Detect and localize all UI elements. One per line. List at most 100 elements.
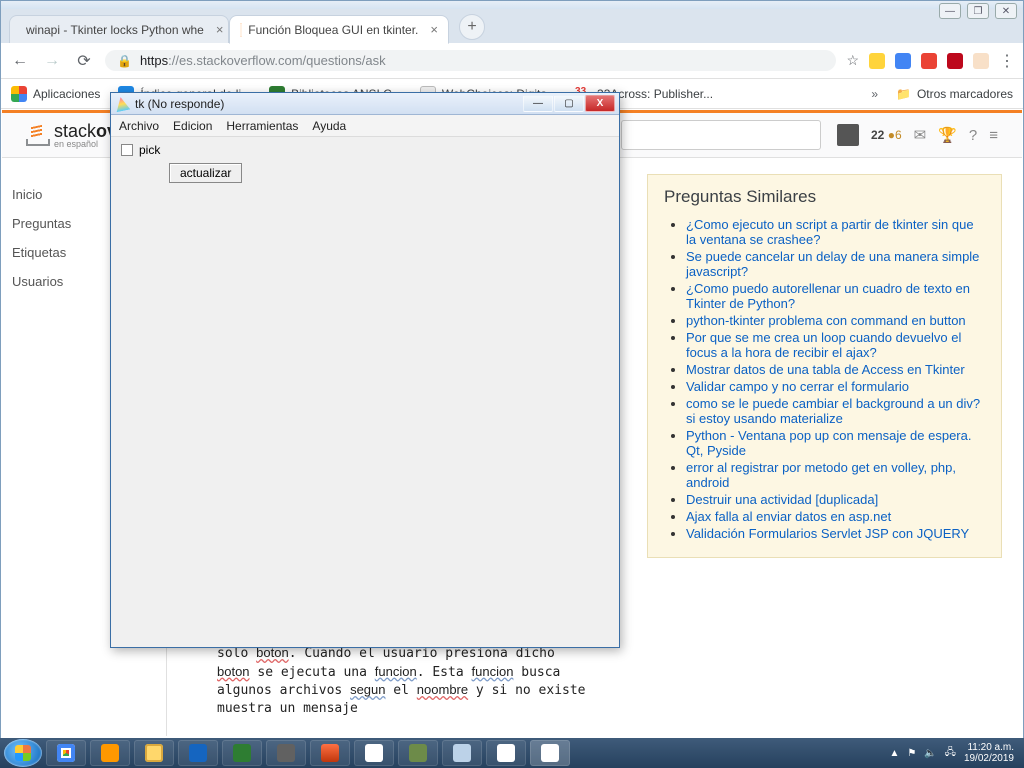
similar-question-link[interactable]: Ajax falla al enviar datos en asp.net bbox=[686, 509, 891, 524]
similar-question-link[interactable]: ¿Como puedo autorellenar un cuadro de te… bbox=[686, 281, 970, 311]
tray-clock[interactable]: 11:20 a.m. 19/02/2019 bbox=[964, 742, 1014, 764]
extension-red-icon[interactable] bbox=[921, 53, 937, 69]
task-keyboard[interactable] bbox=[442, 740, 482, 766]
tk-checkbox-pick[interactable]: pick bbox=[121, 143, 609, 157]
lock-icon: 🔒 bbox=[117, 54, 132, 68]
python-icon bbox=[541, 744, 559, 762]
task-explorer[interactable] bbox=[134, 740, 174, 766]
apps-button[interactable]: Aplicaciones bbox=[11, 86, 100, 102]
similar-question-link[interactable]: Python - Ventana pop up con mensaje de e… bbox=[686, 428, 971, 458]
extension-avatar-icon[interactable] bbox=[973, 53, 989, 69]
app-icon bbox=[233, 744, 251, 762]
chrome-menu-button[interactable]: ⋮ bbox=[999, 51, 1015, 71]
task-app-orange[interactable] bbox=[310, 740, 350, 766]
task-python[interactable] bbox=[530, 740, 570, 766]
tk-titlebar[interactable]: tk (No responde) — ▢ X bbox=[111, 93, 619, 115]
system-tray: ▲ ⚑ 🔈 🖧 11:20 a.m. 19/02/2019 bbox=[889, 742, 1020, 764]
tk-actualizar-button[interactable]: actualizar bbox=[169, 163, 242, 183]
similar-question-item: Mostrar datos de una tabla de Access en … bbox=[686, 362, 985, 377]
task-app-green[interactable] bbox=[222, 740, 262, 766]
tray-volume-icon[interactable]: 🔈 bbox=[924, 748, 936, 759]
inbox-icon[interactable]: ✉ bbox=[914, 126, 927, 144]
tab-close-icon[interactable]: × bbox=[430, 22, 438, 37]
similar-question-link[interactable]: Validación Formularios Servlet JSP con J… bbox=[686, 526, 969, 541]
avatar[interactable] bbox=[837, 124, 859, 146]
similar-question-item: Python - Ventana pop up con mensaje de e… bbox=[686, 428, 985, 458]
tk-menu-edicion[interactable]: Edicion bbox=[173, 119, 212, 133]
help-icon[interactable]: ? bbox=[969, 127, 977, 144]
similar-questions-panel: Preguntas Similares ¿Como ejecuto un scr… bbox=[647, 174, 1002, 558]
similar-question-item: Destruir una actividad [duplicada] bbox=[686, 492, 985, 507]
task-puffin[interactable] bbox=[486, 740, 526, 766]
tk-menubar: Archivo Edicion Herramientas Ayuda bbox=[111, 115, 619, 137]
bookmark-star-icon[interactable]: ☆ bbox=[846, 52, 859, 69]
similar-question-item: Validar campo y no cerrar el formulario bbox=[686, 379, 985, 394]
tab-1[interactable]: Función Bloquea GUI en tkinter. × bbox=[229, 15, 449, 44]
tk-menu-archivo[interactable]: Archivo bbox=[119, 119, 159, 133]
minecraft-icon bbox=[409, 744, 427, 762]
similar-question-link[interactable]: como se le puede cambiar el background a… bbox=[686, 396, 980, 426]
windows-taskbar: ▲ ⚑ 🔈 🖧 11:20 a.m. 19/02/2019 bbox=[0, 738, 1024, 768]
new-tab-button[interactable]: + bbox=[459, 14, 485, 40]
explorer-icon bbox=[145, 744, 163, 762]
tray-network-icon[interactable]: 🖧 bbox=[945, 745, 956, 762]
minimize-button[interactable]: — bbox=[939, 3, 961, 19]
similar-question-link[interactable]: Validar campo y no cerrar el formulario bbox=[686, 379, 909, 394]
extension-translate-icon[interactable] bbox=[895, 53, 911, 69]
tk-minimize-button[interactable]: — bbox=[523, 95, 553, 112]
extension-pinterest-icon[interactable] bbox=[947, 53, 963, 69]
tab-0[interactable]: winapi - Tkinter locks Python whe × bbox=[9, 15, 229, 43]
app-icon bbox=[321, 744, 339, 762]
tray-show-hidden-icon[interactable]: ▲ bbox=[889, 748, 899, 759]
similar-question-link[interactable]: error al registrar por metodo get en vol… bbox=[686, 460, 956, 490]
task-app-blue[interactable] bbox=[178, 740, 218, 766]
other-bookmarks-button[interactable]: 📁Otros marcadores bbox=[896, 87, 1013, 101]
similar-question-link[interactable]: python-tkinter problema con command en b… bbox=[686, 313, 966, 328]
similar-question-item: Ajax falla al enviar datos en asp.net bbox=[686, 509, 985, 524]
similar-question-item: ¿Como puedo autorellenar un cuadro de te… bbox=[686, 281, 985, 311]
address-bar[interactable]: 🔒 https://es.stackoverflow.com/questions… bbox=[105, 50, 836, 71]
tk-close-button[interactable]: X bbox=[585, 95, 615, 112]
task-hxd[interactable] bbox=[354, 740, 394, 766]
maximize-button[interactable]: ❐ bbox=[967, 3, 989, 19]
tk-feather-icon bbox=[114, 95, 131, 112]
keyboard-icon bbox=[453, 744, 471, 762]
achievements-icon[interactable]: 🏆 bbox=[938, 126, 957, 144]
extension-icons bbox=[869, 53, 989, 69]
similar-question-link[interactable]: Se puede cancelar un delay de una manera… bbox=[686, 249, 979, 279]
close-button[interactable]: ✕ bbox=[995, 3, 1017, 19]
tk-menu-ayuda[interactable]: Ayuda bbox=[312, 119, 346, 133]
start-button[interactable] bbox=[4, 739, 42, 767]
similar-question-link[interactable]: Por que se me crea un loop cuando devuel… bbox=[686, 330, 961, 360]
hxd-icon bbox=[365, 744, 383, 762]
tab-close-icon[interactable]: × bbox=[216, 22, 224, 37]
tk-window[interactable]: tk (No responde) — ▢ X Archivo Edicion H… bbox=[110, 92, 620, 648]
task-app-audacity[interactable] bbox=[266, 740, 306, 766]
bookmarks-overflow-button[interactable]: » bbox=[871, 87, 878, 101]
site-switcher-icon[interactable]: ≡ bbox=[989, 127, 998, 144]
task-minecraft[interactable] bbox=[398, 740, 438, 766]
similar-question-link[interactable]: Destruir una actividad [duplicada] bbox=[686, 492, 878, 507]
forward-button[interactable]: → bbox=[41, 50, 63, 72]
similar-question-link[interactable]: Mostrar datos de una tabla de Access en … bbox=[686, 362, 965, 377]
reload-button[interactable]: ⟳ bbox=[73, 50, 95, 72]
sublime-icon bbox=[101, 744, 119, 762]
back-button[interactable]: ← bbox=[9, 50, 31, 72]
similar-question-link[interactable]: ¿Como ejecuto un script a partir de tkin… bbox=[686, 217, 974, 247]
reputation: 22 bbox=[871, 128, 884, 142]
similar-questions-title: Preguntas Similares bbox=[664, 187, 985, 207]
folder-icon: 📁 bbox=[896, 87, 911, 101]
browser-window-controls: — ❐ ✕ bbox=[939, 3, 1017, 19]
task-sublime[interactable] bbox=[90, 740, 130, 766]
tk-menu-herramientas[interactable]: Herramientas bbox=[226, 119, 298, 133]
stackoverflow-icon bbox=[240, 23, 242, 37]
task-chrome[interactable] bbox=[46, 740, 86, 766]
apps-icon bbox=[11, 86, 27, 102]
so-search-input[interactable] bbox=[621, 120, 821, 150]
so-logo-icon bbox=[26, 124, 48, 146]
chrome-icon bbox=[57, 744, 75, 762]
tray-action-center-icon[interactable]: ⚑ bbox=[907, 748, 916, 759]
extension-python-icon[interactable] bbox=[869, 53, 885, 69]
browser-toolbar: ← → ⟳ 🔒 https://es.stackoverflow.com/que… bbox=[1, 43, 1023, 79]
tk-maximize-button[interactable]: ▢ bbox=[554, 95, 584, 112]
